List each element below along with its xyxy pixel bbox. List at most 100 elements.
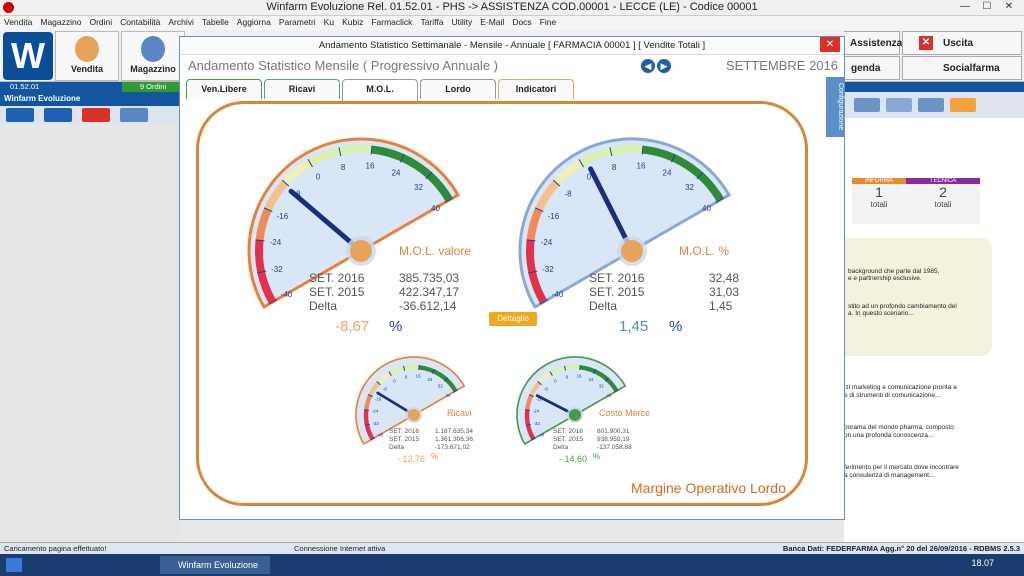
costo-tick [579, 365, 581, 371]
mol-pct-row2-label: SET. 2015 [589, 285, 645, 299]
pills-icon [141, 36, 165, 62]
window-title: Winfarm Evoluzione Rel. 01.52.01 - PHS -… [266, 1, 758, 13]
tab-indicatori[interactable]: Indicatori [498, 79, 574, 99]
costo-row1-label: SET. 2016 [553, 428, 583, 435]
mol-pct-percent: 1,45 [619, 318, 649, 335]
ricavi-unit: % [431, 452, 439, 461]
mol-val-hub [350, 240, 372, 262]
ricavi-tick-label: 32 [438, 384, 443, 389]
stats-close-button[interactable]: ✕ [820, 37, 840, 52]
ricavi-row2-label: SET. 2015 [389, 436, 419, 443]
tecnica-card[interactable]: TECNICA 2 totali [906, 178, 980, 224]
mol-pct-tick-label: 8 [612, 163, 617, 172]
mol-val-percent: -8,67 [335, 318, 370, 335]
menu-kubiz[interactable]: Kubiz [342, 16, 363, 30]
ricavi-tick-label: -40 [377, 432, 384, 437]
tab-ricavi[interactable]: Ricavi [264, 79, 340, 99]
stop-icon[interactable] [82, 108, 110, 122]
close-icon[interactable]: ✕ [998, 0, 1020, 14]
tab-lordo[interactable]: Lordo [420, 79, 496, 99]
configurazione-tab[interactable]: Configurazione [826, 77, 844, 137]
ricavi-tick [418, 365, 420, 371]
mol-pct-tick-label: 16 [637, 161, 646, 170]
next-month-icon[interactable]: ▶ [657, 59, 671, 73]
maximize-icon[interactable]: ☐ [976, 0, 998, 14]
menu-docs[interactable]: Docs [512, 16, 531, 30]
ricavi-tick-label: 24 [427, 377, 432, 382]
informa-card[interactable]: INFORMA 1 totali [852, 178, 906, 224]
menu-archivi[interactable]: Archivi [168, 16, 194, 30]
menu-aggiorna[interactable]: Aggiorna [237, 16, 271, 30]
month-nav: ◀ ▶ [641, 59, 671, 73]
costo-tick-label: -40 [538, 432, 545, 437]
uscita-button[interactable]: ✕ Uscita [902, 31, 1022, 55]
forward-icon[interactable] [44, 108, 72, 122]
printer-icon[interactable] [918, 98, 944, 112]
tab-ven-libere[interactable]: Ven.Libere [186, 79, 262, 99]
menu-fine[interactable]: Fine [540, 16, 557, 30]
taskbar-winfarm[interactable]: Winfarm Evoluzione [160, 556, 270, 574]
taskbar: Winfarm Evoluzione 18.07 [0, 554, 1024, 576]
costo-merce-label: Costo Merce [599, 408, 651, 418]
menu-farmaclick[interactable]: Farmaclick [371, 16, 412, 30]
menu-parametri[interactable]: Parametri [279, 16, 316, 30]
mol-pct-tick-label: 32 [685, 183, 694, 192]
assistenza-button[interactable]: Assistenza [844, 31, 902, 55]
note-icon[interactable] [854, 98, 880, 112]
mol-val-tick-label: 0 [316, 173, 321, 182]
costo-tick [525, 409, 531, 411]
costo-tick-label: 16 [577, 374, 582, 379]
minimize-icon[interactable]: — [954, 0, 976, 14]
ricavi-row3-value: -173.671,02 [435, 444, 470, 451]
mol-val-tick-label: -32 [271, 265, 283, 274]
ricavi-tick-label: -8 [383, 386, 387, 391]
menu-ku[interactable]: Ku [324, 16, 334, 30]
left-panel: Winfarm Evoluzione [0, 92, 180, 542]
mol-pct-row3-value: 1,45 [709, 299, 733, 313]
mol-val-row3-value: -36.612,14 [399, 299, 457, 313]
ricavi-tick-label: -32 [372, 421, 379, 426]
mol-pct-hub [621, 240, 643, 262]
mol-val-tick-label: 24 [392, 168, 401, 177]
ordini-badge[interactable]: 9 Ordini [122, 82, 184, 92]
mol-val-tick-label: -40 [281, 290, 293, 299]
mol-pct-tick-label: -16 [548, 212, 560, 221]
menu-tariffa[interactable]: Tariffa [420, 16, 443, 30]
mol-pct-tick-label: -24 [541, 238, 553, 247]
prev-month-icon[interactable]: ◀ [641, 59, 655, 73]
mol-val-tick-label: 16 [366, 161, 375, 170]
start-icon[interactable] [6, 558, 22, 572]
mol-val-row2-value: 422.347,17 [399, 285, 460, 299]
stats-window-title: Andamento Statistico Settimanale - Mensi… [180, 37, 844, 55]
ricavi-tick-label: 16 [416, 374, 421, 379]
vendita-button[interactable]: Vendita [55, 31, 119, 81]
news-card[interactable]: background che parte dal 1985, e e partne… [844, 238, 992, 356]
rss-icon[interactable] [950, 98, 976, 112]
ricavi-hub [407, 408, 421, 422]
menu-magazzino[interactable]: Magazzino [40, 16, 81, 30]
mol-val-row2-label: SET. 2015 [309, 285, 365, 299]
back-icon[interactable] [6, 108, 34, 122]
mol-pct-row1-value: 32,48 [709, 271, 740, 285]
menu-tabelle[interactable]: Tabelle [202, 16, 229, 30]
menu-utility[interactable]: Utility [451, 16, 472, 30]
exit-icon: ✕ [919, 36, 933, 50]
mol-pct-label: M.O.L. % [679, 244, 730, 258]
ricavi-label: Ricavi [447, 408, 472, 418]
menu-vendita[interactable]: Vendita [4, 16, 32, 30]
stats-heading: Andamento Statistico Mensile ( Progressi… [188, 58, 498, 73]
costo-percent: - 14,60 [559, 454, 588, 464]
menu-contabilita[interactable]: Contabilità [120, 16, 160, 30]
page-icon[interactable] [120, 108, 148, 122]
mol-val-tick-label: -16 [277, 212, 289, 221]
agenda-button[interactable]: genda [844, 56, 900, 80]
menu-ordini[interactable]: Ordini [89, 16, 112, 30]
help-icon[interactable] [886, 98, 912, 112]
ricavi-row1-label: SET. 2016 [389, 428, 419, 435]
dettaglio-button[interactable]: Dettaglio [489, 312, 537, 326]
month-label: SETTEMBRE 2016 [726, 58, 838, 73]
socialfarma-button[interactable]: Socialfarma [902, 56, 1022, 80]
magazzino-button[interactable]: Magazzino [121, 31, 185, 81]
costo-tick-label: 24 [588, 377, 593, 382]
menu-email[interactable]: E-Mail [480, 16, 504, 30]
